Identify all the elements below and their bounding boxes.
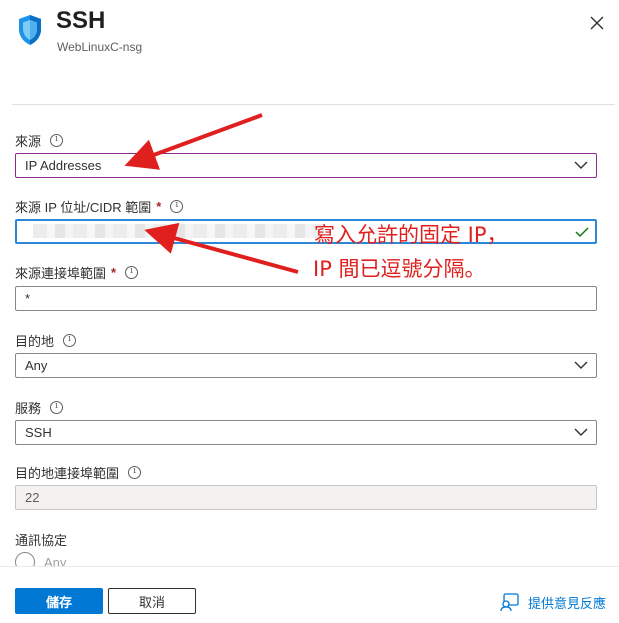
feedback-icon bbox=[500, 593, 519, 612]
source-ip-label-row: 來源 IP 位址/CIDR 範圍 * bbox=[15, 197, 184, 216]
source-ip-input[interactable] bbox=[15, 219, 597, 244]
info-icon[interactable] bbox=[128, 466, 142, 479]
checkmark-icon bbox=[575, 227, 589, 238]
dest-port-label: 目的地連接埠範圍 bbox=[15, 466, 120, 481]
header-divider bbox=[12, 104, 615, 105]
resource-subtitle: WebLinuxC-nsg bbox=[57, 40, 143, 54]
close-icon[interactable] bbox=[586, 12, 608, 34]
page-title: SSH bbox=[56, 7, 106, 34]
info-icon[interactable] bbox=[63, 334, 77, 347]
chevron-down-icon bbox=[574, 361, 588, 369]
destination-dropdown[interactable]: Any bbox=[15, 353, 597, 378]
service-dropdown[interactable]: SSH bbox=[15, 420, 597, 445]
redacted-ip-value bbox=[33, 224, 323, 238]
source-port-label: 來源連接埠範圍 bbox=[15, 266, 107, 281]
feedback-label: 提供意見反應 bbox=[528, 597, 607, 612]
protocol-label-row: 通訊協定 bbox=[15, 530, 67, 549]
required-marker: * bbox=[156, 199, 162, 214]
info-icon[interactable] bbox=[50, 134, 64, 147]
destination-label-row: 目的地 bbox=[15, 331, 77, 350]
chevron-down-icon bbox=[574, 428, 588, 436]
required-marker: * bbox=[111, 265, 117, 280]
cancel-button[interactable]: 取消 bbox=[108, 588, 196, 614]
service-label-row: 服務 bbox=[15, 398, 64, 417]
feedback-link[interactable]: 提供意見反應 bbox=[500, 593, 606, 612]
chevron-down-icon bbox=[574, 161, 588, 169]
info-icon[interactable] bbox=[50, 401, 64, 414]
info-icon[interactable] bbox=[125, 266, 139, 279]
source-port-label-row: 來源連接埠範圍 * bbox=[15, 263, 139, 282]
info-icon[interactable] bbox=[170, 200, 184, 213]
source-dropdown[interactable]: IP Addresses bbox=[15, 153, 597, 178]
protocol-label: 通訊協定 bbox=[15, 533, 68, 548]
service-label: 服務 bbox=[15, 401, 42, 416]
destination-label: 目的地 bbox=[15, 334, 55, 349]
source-ip-label: 來源 IP 位址/CIDR 範圍 bbox=[15, 200, 152, 215]
source-label: 來源 bbox=[15, 134, 42, 149]
dest-port-value: 22 bbox=[25, 490, 40, 505]
source-port-value: * bbox=[25, 291, 31, 306]
destination-value: Any bbox=[25, 358, 48, 373]
source-port-input[interactable]: * bbox=[15, 286, 597, 311]
dest-port-label-row: 目的地連接埠範圍 bbox=[15, 463, 142, 482]
annotation-arrows bbox=[124, 113, 299, 274]
annotation-line-1: 寫入允許的固定 IP， bbox=[314, 223, 508, 247]
annotation-line-2: IP 間已逗號分隔。 bbox=[313, 257, 486, 281]
source-value: IP Addresses bbox=[25, 158, 102, 173]
dest-port-input: 22 bbox=[15, 485, 597, 510]
service-value: SSH bbox=[25, 425, 52, 440]
shield-icon bbox=[19, 15, 41, 45]
save-button[interactable]: 儲存 bbox=[15, 588, 103, 614]
source-label-row: 來源 bbox=[15, 131, 64, 150]
